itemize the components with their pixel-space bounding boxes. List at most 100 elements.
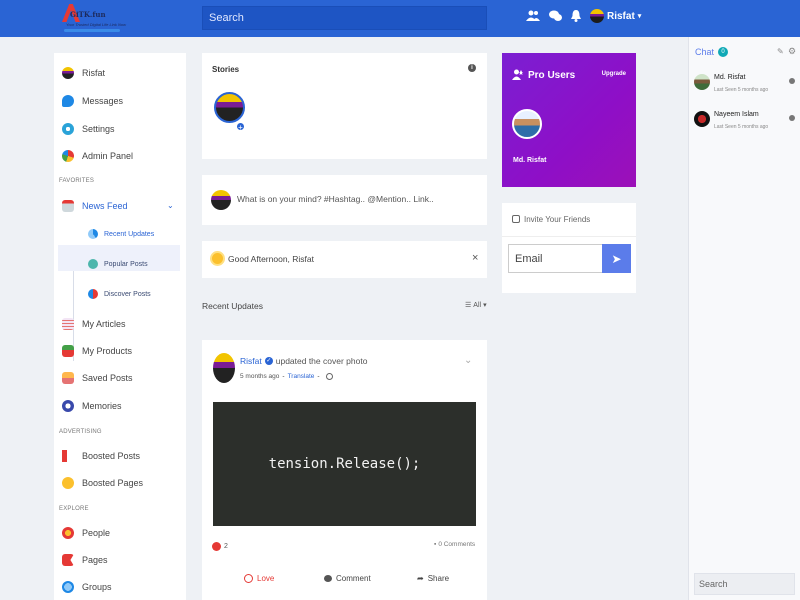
comments-count[interactable]: ▪ 0 Comments xyxy=(434,541,475,548)
sidebar-item-label: Messages xyxy=(82,96,124,106)
sidebar-item-pages[interactable]: Pages xyxy=(62,554,108,566)
sidebar-subitem-label: Discover Posts xyxy=(104,290,151,298)
add-story-icon[interactable]: + xyxy=(236,122,245,132)
sidebar-item-label: Admin Panel xyxy=(82,151,134,161)
comment-button[interactable]: Comment xyxy=(324,574,371,583)
profile-icon xyxy=(62,67,74,79)
sidebar-item-label: Settings xyxy=(82,124,115,134)
news-feed-icon xyxy=(62,200,74,212)
chat-count-badge: 0 xyxy=(718,47,729,57)
comments-icon: ▪ xyxy=(434,541,437,548)
post-card: Risfat ✓ updated the cover photo 5 month… xyxy=(202,340,487,600)
chat-search-input[interactable] xyxy=(694,573,795,595)
sidebar-item-label: Boosted Posts xyxy=(82,451,141,461)
email-field[interactable] xyxy=(508,244,603,273)
send-invite-button[interactable]: ➤ xyxy=(602,244,631,273)
post-meta: 5 months ago - Translate - xyxy=(240,373,333,380)
chevron-down-icon[interactable]: ⌄ xyxy=(464,355,472,366)
sidebar-item-label: News Feed xyxy=(82,201,128,211)
likes-count[interactable]: 2 xyxy=(212,542,228,551)
paper-plane-icon: ➤ xyxy=(611,251,622,266)
composer-card[interactable]: What is on your mind? #Hashtag.. @Mentio… xyxy=(202,175,487,225)
sidebar-subitem-discover-posts[interactable]: Discover Posts xyxy=(88,289,151,299)
notifications-icon[interactable] xyxy=(571,10,581,25)
sidebar-subitem-recent-updates[interactable]: Recent Updates xyxy=(88,229,154,239)
post-author[interactable]: Risfat xyxy=(240,356,262,366)
friends-icon[interactable] xyxy=(526,10,540,24)
products-icon xyxy=(62,345,74,357)
list-icon: ☰ xyxy=(465,302,472,309)
stories-card: Stories i + xyxy=(202,53,487,159)
upgrade-link[interactable]: Upgrade xyxy=(602,71,626,77)
post-action: updated the cover photo xyxy=(275,356,368,366)
admin-panel-icon xyxy=(62,150,74,162)
avatar xyxy=(694,111,710,127)
top-header: GiTK.fun Your Trusted Digital Life Link … xyxy=(0,0,800,37)
love-button[interactable]: Love xyxy=(244,574,274,583)
sidebar-item-label: Memories xyxy=(82,401,122,411)
story-avatar[interactable] xyxy=(214,92,245,123)
feed-header-title: Recent Updates xyxy=(202,301,263,311)
people-icon xyxy=(62,527,74,539)
sidebar-item-people[interactable]: People xyxy=(62,527,110,539)
greeting-card: Good Afternoon, Risfat × xyxy=(202,241,487,278)
trophy-icon xyxy=(62,477,74,489)
chat-contact[interactable]: Md. Risfat Last Seen 5 months ago xyxy=(694,74,797,102)
messages-icon xyxy=(62,95,74,107)
separator: - xyxy=(317,373,320,380)
sidebar-item-label: People xyxy=(82,528,111,538)
sidebar-item-saved-posts[interactable]: Saved Posts xyxy=(62,372,133,384)
composer-input[interactable]: What is on your mind? #Hashtag.. @Mentio… xyxy=(237,194,434,204)
pro-user-name[interactable]: Md. Risfat xyxy=(513,157,546,164)
sidebar-item-memories[interactable]: Memories xyxy=(62,400,122,412)
user-menu[interactable]: Risfat ▾ xyxy=(590,9,641,23)
chat-contact[interactable]: Nayeem Islam Last Seen 5 months ago xyxy=(694,111,797,139)
search-input[interactable] xyxy=(202,6,487,30)
sidebar-item-my-articles[interactable]: My Articles xyxy=(62,318,126,330)
flag-icon xyxy=(62,554,74,566)
groups-icon xyxy=(62,581,74,593)
avatar xyxy=(211,190,231,210)
caret-down-icon: ▾ xyxy=(483,302,487,309)
memories-icon xyxy=(62,400,74,412)
post-image[interactable]: tension.Release(); xyxy=(213,402,476,526)
pro-users-title: Pro Users xyxy=(528,70,576,81)
sidebar-item-profile[interactable]: Risfat xyxy=(62,67,105,79)
sidebar-item-settings[interactable]: Settings xyxy=(62,123,115,135)
pro-user-avatar[interactable] xyxy=(512,109,542,139)
verified-icon: ✓ xyxy=(264,357,273,365)
sidebar-item-news-feed[interactable]: News Feed xyxy=(62,200,128,212)
logo-swoosh xyxy=(64,29,120,32)
sidebar-item-boosted-posts[interactable]: Boosted Posts xyxy=(62,450,140,462)
comment-icon xyxy=(324,575,332,582)
chevron-down-icon[interactable]: ⌄ xyxy=(167,201,174,210)
pro-users-card: Pro Users Upgrade Md. Risfat xyxy=(502,53,636,187)
sidebar-subitem-popular-posts[interactable]: Popular Posts xyxy=(88,259,148,269)
messages-icon[interactable] xyxy=(549,10,562,25)
left-sidebar: Risfat Messages Settings Admin Panel FAV… xyxy=(54,53,186,600)
sidebar-item-my-products[interactable]: My Products xyxy=(62,345,132,357)
sidebar-item-messages[interactable]: Messages xyxy=(62,95,123,107)
section-explore: EXPLORE xyxy=(59,506,89,512)
close-icon[interactable]: × xyxy=(472,252,478,264)
info-icon[interactable]: i xyxy=(468,64,476,72)
site-logo[interactable]: GiTK.fun Your Trusted Digital Life Link … xyxy=(56,2,146,34)
contact-status: Last Seen 5 months ago xyxy=(714,87,769,93)
edit-icon[interactable]: ✎ xyxy=(777,47,784,56)
comments-value: 0 Comments xyxy=(438,541,476,548)
share-button[interactable]: ➦ Share xyxy=(417,574,449,583)
comment-label: Comment xyxy=(336,574,371,583)
chat-title: Chat xyxy=(695,47,715,57)
sidebar-item-admin-panel[interactable]: Admin Panel xyxy=(62,150,133,162)
chat-header: Chat 0 xyxy=(695,47,729,57)
articles-icon xyxy=(62,318,74,330)
sidebar-item-label: My Articles xyxy=(82,319,126,329)
share-label: Share xyxy=(427,574,450,583)
feed-filter[interactable]: ☰ All ▾ xyxy=(465,301,487,310)
sidebar-item-boosted-pages[interactable]: Boosted Pages xyxy=(62,477,143,489)
sidebar-item-groups[interactable]: Groups xyxy=(62,581,112,593)
gear-icon[interactable]: ⚙ xyxy=(788,46,796,57)
greeting-text: Good Afternoon, Risfat xyxy=(228,254,314,264)
contact-name: Nayeem Islam xyxy=(714,111,759,118)
translate-link[interactable]: Translate xyxy=(288,373,315,380)
